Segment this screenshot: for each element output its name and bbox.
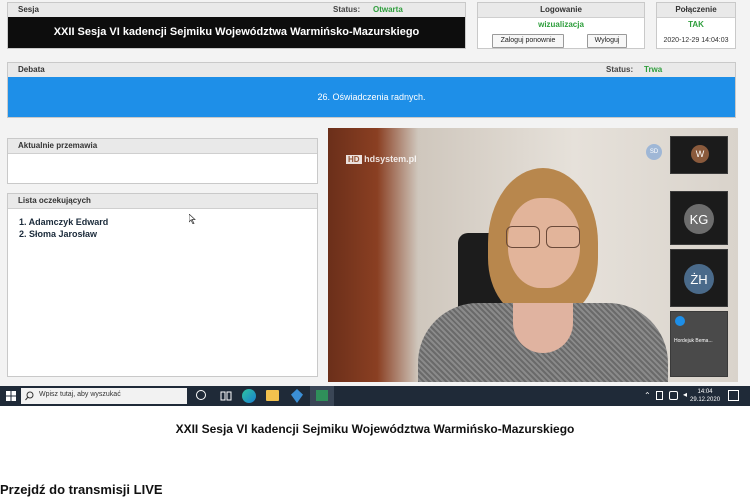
glasses-right [546, 226, 580, 248]
notifications-icon[interactable] [728, 390, 739, 401]
cortana-icon[interactable] [196, 390, 206, 400]
waiting-header-label: Lista oczekujących [18, 196, 91, 205]
edge-browser-icon[interactable] [242, 389, 256, 403]
connection-panel-header: Połączenie [657, 3, 735, 18]
app-icon[interactable] [291, 389, 303, 403]
battery-icon[interactable] [656, 391, 663, 400]
speaking-header-label: Aktualnie przemawia [18, 141, 98, 150]
search-icon [25, 391, 34, 401]
active-app-icon [316, 390, 328, 401]
glasses-left [506, 226, 540, 248]
self-avatar-badge: SD [646, 144, 662, 160]
debate-panel: Debata Status: Trwa 26. Oświadczenia rad… [7, 62, 736, 118]
waiting-list: 1. Adamczyk Edward 2. Słoma Jarosław [19, 216, 108, 240]
logout-button[interactable]: Wyloguj [587, 34, 627, 48]
active-app-slot[interactable] [310, 386, 334, 406]
task-view-icon[interactable] [219, 389, 233, 403]
search-placeholder: Wpisz tutaj, aby wyszukać [39, 391, 121, 398]
taskbar-date: 29.12.2020 [690, 397, 721, 403]
speaking-panel: Aktualnie przemawia [7, 138, 318, 184]
page-caption: XXII Sesja VI kadencji Sejmiku Województ… [175, 422, 575, 436]
debate-panel-header: Debata Status: Trwa [8, 63, 735, 78]
login-mode: wizualizacja [538, 20, 584, 29]
session-status-label: Status: [333, 5, 361, 14]
participant-tile[interactable]: W [670, 136, 728, 174]
watermark-logo: HD hdsystem.pl [346, 154, 417, 164]
participant-avatar: KG [684, 204, 714, 234]
taskbar-search-box[interactable]: Wpisz tutaj, aby wyszukać [21, 388, 187, 404]
participant-avatar: W [691, 145, 709, 163]
waiting-list-panel: Lista oczekujących 1. Adamczyk Edward 2.… [7, 193, 318, 377]
login-header-label: Logowanie [540, 5, 582, 14]
meeting-app-screenshot: Sesja Status: Otwarta XXII Sesja VI kade… [0, 0, 750, 406]
windows-start-icon[interactable] [4, 389, 18, 403]
live-stream-link[interactable]: Przejdź do transmisji LIVE [0, 482, 163, 497]
list-item: 2. Słoma Jarosław [19, 229, 98, 239]
list-item: 1. Adamczyk Edward [19, 217, 109, 227]
connection-value: TAK [688, 20, 704, 29]
participant-tile[interactable]: ŻH [670, 249, 728, 307]
participant-avatar: ŻH [684, 264, 714, 294]
debate-header-label: Debata [18, 65, 45, 74]
network-icon[interactable] [669, 391, 678, 400]
session-status-value: Otwarta [373, 5, 403, 14]
participant-name: Hordejuk Bema... [674, 338, 713, 344]
participant-tile[interactable]: Hordejuk Bema... [670, 311, 728, 377]
debate-current-item: 26. Oświadczenia radnych. [8, 77, 735, 117]
watermark-mark: HD [346, 155, 362, 164]
debate-status-label: Status: [606, 65, 634, 74]
taskbar-time: 14:04 [697, 389, 713, 395]
connection-datetime: 2020-12-29 14:04:03 [663, 37, 729, 44]
waiting-list-header: Lista oczekujących [8, 194, 317, 209]
connection-panel: Połączenie TAK 2020-12-29 14:04:03 [656, 2, 736, 49]
volume-icon[interactable]: ◂ [683, 390, 687, 399]
relogin-button[interactable]: Zaloguj ponownie [492, 34, 564, 48]
session-title: XXII Sesja VI kadencji Sejmiku Województ… [8, 17, 465, 48]
watermark-text: hdsystem.pl [364, 154, 417, 164]
chevron-up-icon[interactable]: ⌃ [644, 391, 651, 400]
connection-header-label: Połączenie [675, 5, 717, 14]
mic-icon [675, 316, 685, 326]
mouse-cursor-icon [189, 214, 196, 224]
participant-tile[interactable]: KG [670, 191, 728, 245]
debate-status-value: Trwa [644, 65, 663, 74]
login-panel: Logowanie wizualizacja Zaloguj ponownie … [477, 2, 645, 49]
session-panel: Sesja Status: Otwarta XXII Sesja VI kade… [7, 2, 466, 49]
windows-taskbar: Wpisz tutaj, aby wyszukać ⌃ ◂ 14:04 29.1… [0, 386, 750, 406]
login-panel-header: Logowanie [478, 3, 644, 18]
session-header-label: Sesja [18, 5, 39, 14]
file-explorer-icon[interactable] [266, 390, 279, 401]
session-panel-header: Sesja Status: Otwarta [8, 3, 465, 18]
speaking-panel-header: Aktualnie przemawia [8, 139, 317, 154]
taskbar-clock[interactable]: 14:04 29.12.2020 [690, 388, 720, 404]
